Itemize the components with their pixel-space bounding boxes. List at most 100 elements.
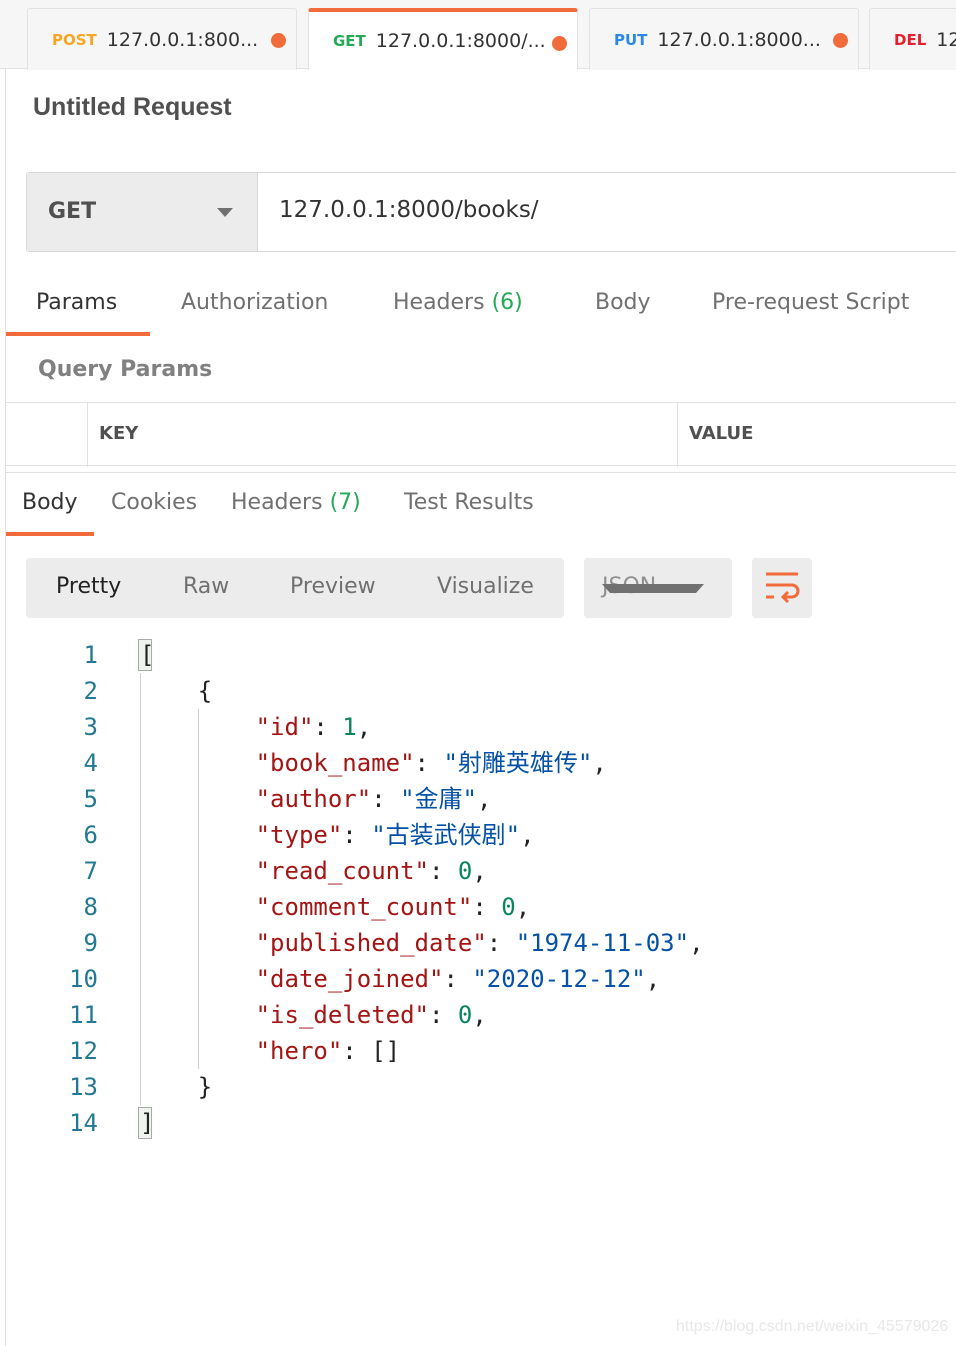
json-punct xyxy=(140,1001,256,1029)
tab-label: 12 xyxy=(936,28,956,51)
json-punct: } xyxy=(140,1073,213,1101)
tab-label: 127.0.0.1:800... xyxy=(106,28,259,51)
tab-pre-request-script[interactable]: Pre-request Script xyxy=(712,290,909,315)
json-punct: , xyxy=(356,713,372,741)
method-select[interactable]: GET xyxy=(27,173,258,251)
line-number: 10 xyxy=(69,965,98,993)
json-string: "2020-12-12" xyxy=(472,965,646,993)
json-punct: : xyxy=(342,821,372,849)
json-punct xyxy=(140,965,256,993)
request-title[interactable]: Untitled Request xyxy=(33,93,232,122)
json-punct: : xyxy=(486,929,516,957)
code-line: ] xyxy=(140,1105,154,1141)
headers-count: (6) xyxy=(491,290,523,315)
json-punct xyxy=(140,893,256,921)
json-punct: [ xyxy=(140,641,155,669)
active-tab-underline xyxy=(6,532,94,536)
method-label: POST xyxy=(52,30,97,49)
visualize-button[interactable]: Visualize xyxy=(437,574,534,599)
json-punct xyxy=(140,785,256,813)
json-punct xyxy=(140,821,256,849)
json-string: "1974-11-03" xyxy=(515,929,690,957)
query-params-title: Query Params xyxy=(38,357,213,382)
url-input[interactable]: 127.0.0.1:8000/books/ xyxy=(279,197,539,223)
json-punct: , xyxy=(477,785,492,813)
line-number: 13 xyxy=(69,1073,98,1101)
code-line: [ xyxy=(140,637,154,673)
method-label: PUT xyxy=(614,30,648,49)
json-punct xyxy=(140,857,256,885)
tab-response-headers[interactable]: Headers (7) xyxy=(231,490,361,515)
json-punct: , xyxy=(520,821,535,849)
json-punct: : xyxy=(428,1001,458,1029)
wrap-lines-icon xyxy=(766,572,800,604)
json-punct: , xyxy=(592,749,607,777)
json-key: "book_name" xyxy=(255,749,415,777)
json-key: "type" xyxy=(255,821,343,849)
caret-down-icon xyxy=(217,208,233,217)
preview-button[interactable]: Preview xyxy=(290,574,376,599)
json-punct xyxy=(140,713,256,741)
json-punct: : xyxy=(371,785,401,813)
code-line: "id": 1, xyxy=(140,709,372,745)
tab-get[interactable]: GET 127.0.0.1:8000/... xyxy=(308,8,578,70)
tab-body[interactable]: Body xyxy=(595,290,651,315)
json-punct: , xyxy=(472,1001,487,1029)
tab-params[interactable]: Params xyxy=(36,290,117,315)
raw-button[interactable]: Raw xyxy=(183,574,229,599)
json-punct xyxy=(140,749,256,777)
json-number: 0 xyxy=(501,893,516,921)
json-string: "金庸" xyxy=(400,785,477,813)
line-number: 9 xyxy=(83,929,98,957)
tab-post[interactable]: POST 127.0.0.1:800... xyxy=(27,8,297,70)
tab-headers[interactable]: Headers (6) xyxy=(393,290,523,315)
tab-label: 127.0.0.1:8000... xyxy=(657,28,821,51)
json-number: 0 xyxy=(457,1001,473,1029)
json-string: "射雕英雄传" xyxy=(443,749,593,777)
json-key: "date_joined" xyxy=(255,965,444,993)
json-punct: : xyxy=(313,713,343,741)
line-number: 6 xyxy=(83,821,98,849)
tab-test-results[interactable]: Test Results xyxy=(404,490,534,515)
request-tabs: Params Authorization Headers (6) Body Pr… xyxy=(6,285,956,337)
line-number: 3 xyxy=(83,713,98,741)
json-key: "author" xyxy=(255,785,372,813)
tab-cookies[interactable]: Cookies xyxy=(111,490,197,515)
line-number: 7 xyxy=(83,857,98,885)
line-number: 12 xyxy=(69,1037,98,1065)
json-punct: , xyxy=(515,893,531,921)
tab-put[interactable]: PUT 127.0.0.1:8000... xyxy=(589,8,859,70)
code-line: "read_count": 0, xyxy=(140,853,487,889)
format-select[interactable]: JSON xyxy=(584,558,732,618)
line-number: 5 xyxy=(83,785,98,813)
code-line: "book_name": "射雕英雄传", xyxy=(140,745,607,781)
method-label: DEL xyxy=(894,30,927,49)
code-line: "date_joined": "2020-12-12", xyxy=(140,961,661,997)
tab-response-body[interactable]: Body xyxy=(22,490,78,515)
json-string: "古装武侠剧" xyxy=(371,821,521,849)
value-header: VALUE xyxy=(677,403,956,467)
line-number: 8 xyxy=(83,893,98,921)
json-punct: : xyxy=(428,857,458,885)
code-line: "published_date": "1974-11-03", xyxy=(140,925,704,961)
code-line: "comment_count": 0, xyxy=(140,889,531,925)
watermark: https://blog.csdn.net/weixin_45579026 xyxy=(676,1318,949,1335)
unsaved-dot-icon xyxy=(552,36,567,51)
params-table: KEY VALUE xyxy=(6,402,956,467)
pretty-button[interactable]: Pretty xyxy=(56,574,121,599)
view-mode-segment: Pretty Raw Preview Visualize xyxy=(26,558,564,618)
wrap-lines-button[interactable] xyxy=(752,558,812,618)
active-tab-underline xyxy=(6,332,150,336)
tab-label: Headers xyxy=(231,490,323,515)
json-key: "read_count" xyxy=(255,857,429,885)
tab-authorization[interactable]: Authorization xyxy=(181,290,328,315)
json-punct: : xyxy=(443,965,473,993)
json-punct xyxy=(140,929,256,957)
line-number: 11 xyxy=(69,1001,98,1029)
tab-delete[interactable]: DEL 12 xyxy=(869,8,956,70)
json-key: "is_deleted" xyxy=(255,1001,429,1029)
key-header: KEY xyxy=(87,403,677,467)
line-number: 2 xyxy=(83,677,98,705)
code-line: "is_deleted": 0, xyxy=(140,997,487,1033)
unsaved-dot-icon xyxy=(833,33,848,48)
